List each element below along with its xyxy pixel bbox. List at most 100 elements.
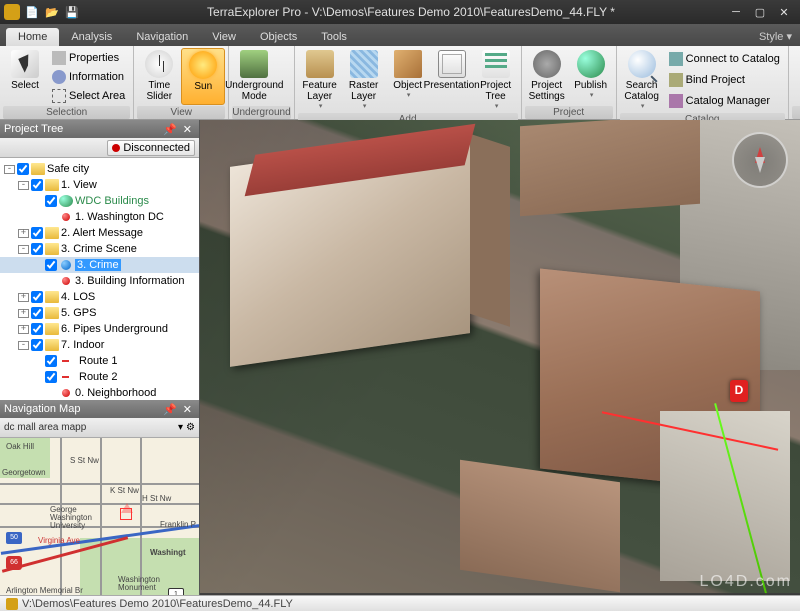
tree-expand-icon[interactable]: + [18, 293, 29, 302]
tree-node[interactable]: +4. LOS [0, 289, 199, 305]
tree-checkbox[interactable] [31, 307, 43, 319]
tree-node[interactable]: 3. Building Information [0, 273, 199, 289]
presentation-button[interactable]: Presentation [430, 48, 474, 112]
tree-checkbox[interactable] [45, 371, 57, 383]
underground-mode-button[interactable]: Underground Mode [232, 48, 276, 105]
tree-node[interactable]: -1. View [0, 177, 199, 193]
open-icon[interactable]: 📂 [43, 3, 61, 21]
map-label: S St Nw [70, 456, 99, 465]
feature-layer-button[interactable]: Feature Layer [298, 48, 342, 112]
time-slider-button[interactable]: Time Slider [137, 48, 181, 105]
navigation-map[interactable]: Georgetown George Washington University … [0, 438, 199, 611]
raster-layer-button[interactable]: Raster Layer [342, 48, 386, 112]
folder-icon [45, 243, 59, 255]
info-icon [52, 70, 66, 84]
map-label: K St Nw [110, 486, 139, 495]
tree-node-label: Route 2 [79, 371, 118, 383]
project-tree[interactable]: -Safe city-1. View WDC Buildings 1. Washin… [0, 158, 199, 400]
search-catalog-button[interactable]: Search Catalog [620, 48, 664, 112]
sun-button[interactable]: Sun [181, 48, 225, 105]
map-label: Washington Monument [118, 576, 160, 592]
tab-tools[interactable]: Tools [309, 28, 359, 46]
nav-pin-icon[interactable]: 📌 [160, 403, 180, 416]
information-button[interactable]: Information [49, 69, 128, 85]
select-button[interactable]: Select [3, 48, 47, 105]
app-taskbar: V:\Demos\Features Demo 2010\FeaturesDemo… [0, 595, 800, 611]
tree-node[interactable]: WDC Buildings [0, 193, 199, 209]
tree-expand-icon[interactable]: - [18, 181, 29, 190]
bind-icon [669, 73, 683, 87]
tree-expand-icon [32, 197, 43, 206]
minimize-button[interactable]: ─ [724, 6, 748, 18]
raster-layer-icon [350, 50, 378, 78]
tree-checkbox[interactable] [45, 195, 57, 207]
ribbon-group-underground: Underground Mode Underground [229, 46, 294, 119]
tree-expand-icon[interactable]: - [18, 245, 29, 254]
properties-button[interactable]: Properties [49, 50, 128, 66]
project-tree-header: Project Tree 📌 ✕ [0, 120, 199, 138]
tree-node-label: WDC Buildings [75, 195, 149, 207]
location-marker[interactable]: D [730, 380, 748, 402]
publish-button[interactable]: Publish [569, 48, 613, 105]
tab-analysis[interactable]: Analysis [59, 28, 124, 46]
panel-close-icon[interactable]: ✕ [180, 123, 195, 136]
project-tree-icon [482, 50, 510, 78]
tree-checkbox[interactable] [31, 243, 43, 255]
tree-node[interactable]: 0. Neighborhood [0, 385, 199, 400]
tab-home[interactable]: Home [6, 28, 59, 46]
nav-close-icon[interactable]: ✕ [180, 403, 195, 416]
tree-expand-icon[interactable]: - [4, 165, 15, 174]
tab-navigation[interactable]: Navigation [124, 28, 200, 46]
tree-node[interactable]: -7. Indoor [0, 337, 199, 353]
tree-node[interactable]: -3. Crime Scene [0, 241, 199, 257]
tree-node[interactable]: +2. Alert Message [0, 225, 199, 241]
tree-node[interactable]: Route 1 [0, 353, 199, 369]
map-label: Franklin P [160, 520, 196, 529]
paste-button[interactable]: Paste [792, 48, 800, 105]
maximize-button[interactable]: ▢ [748, 6, 772, 19]
project-settings-button[interactable]: Project Settings [525, 48, 569, 105]
panel-pin-icon[interactable]: 📌 [160, 123, 180, 136]
presentation-icon [438, 50, 466, 78]
folder-icon [45, 227, 59, 239]
style-dropdown[interactable]: Style ▾ [751, 27, 800, 46]
tree-checkbox[interactable] [45, 259, 57, 271]
tree-checkbox[interactable] [45, 355, 57, 367]
catalog-manager-button[interactable]: Catalog Manager [666, 93, 783, 109]
close-button[interactable]: ✕ [772, 6, 796, 19]
tree-node-label: 1. Washington DC [75, 211, 164, 223]
tree-checkbox[interactable] [17, 163, 29, 175]
tree-node[interactable]: 1. Washington DC [0, 209, 199, 225]
tab-view[interactable]: View [200, 28, 248, 46]
tab-objects[interactable]: Objects [248, 28, 309, 46]
nav-map-dropdown-icon[interactable]: ▾ [178, 422, 183, 433]
tree-expand-icon[interactable]: + [18, 309, 29, 318]
tree-checkbox[interactable] [31, 339, 43, 351]
tree-node[interactable]: 3. Crime [0, 257, 199, 273]
tree-node[interactable]: Route 2 [0, 369, 199, 385]
select-area-button[interactable]: Select Area [49, 88, 128, 104]
sun-icon [189, 51, 217, 79]
tree-expand-icon[interactable]: + [18, 229, 29, 238]
tree-node[interactable]: +5. GPS [0, 305, 199, 321]
tree-expand-icon[interactable]: + [18, 325, 29, 334]
save-icon[interactable]: 💾 [63, 3, 81, 21]
compass-widget[interactable] [732, 132, 788, 188]
tree-expand-icon[interactable]: - [18, 341, 29, 350]
project-tree-button[interactable]: Project Tree [474, 48, 518, 112]
connect-icon [669, 52, 683, 66]
tree-checkbox[interactable] [31, 227, 43, 239]
nav-map-settings-icon[interactable]: ⚙ [186, 422, 195, 433]
tree-node[interactable]: -Safe city [0, 161, 199, 177]
disconnected-button[interactable]: Disconnected [107, 140, 195, 156]
tree-checkbox[interactable] [31, 291, 43, 303]
tree-checkbox[interactable] [31, 179, 43, 191]
tree-node[interactable]: +6. Pipes Underground [0, 321, 199, 337]
new-icon[interactable]: 📄 [23, 3, 41, 21]
bind-project-button[interactable]: Bind Project [666, 72, 783, 88]
tree-checkbox[interactable] [31, 323, 43, 335]
tree-node-label: 6. Pipes Underground [61, 323, 168, 335]
search-icon [628, 50, 656, 78]
3d-viewport[interactable]: D LO4D.com © Skyline ╟──╢ 24.0 Feet Buff… [200, 120, 800, 611]
connect-catalog-button[interactable]: Connect to Catalog [666, 51, 783, 67]
